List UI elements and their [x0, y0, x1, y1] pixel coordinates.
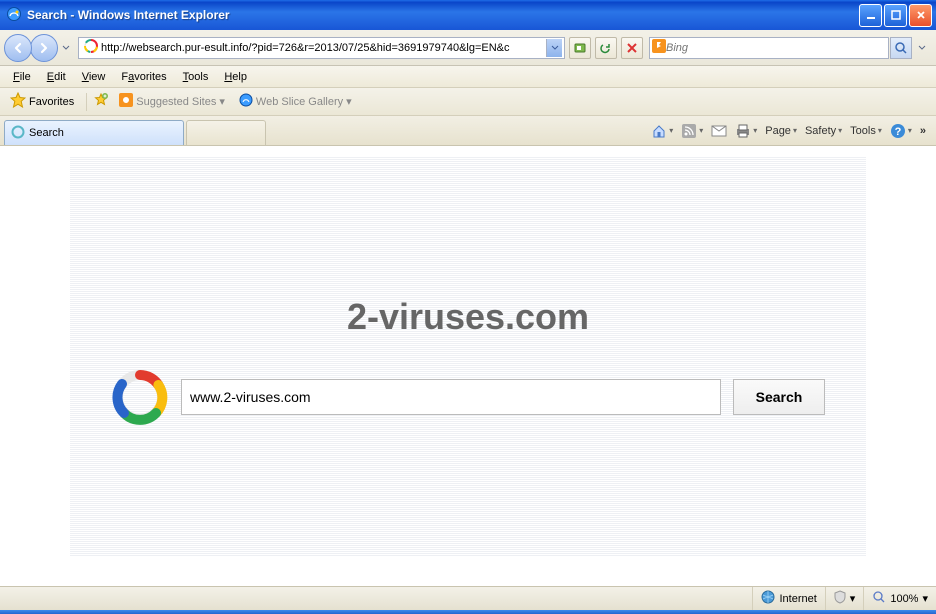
taskbar-sliver [0, 610, 936, 614]
search-logo-icon [111, 368, 169, 426]
globe-icon [761, 590, 775, 607]
command-bar: ▾ ▾ ▾ Page▾ Safety▾ Tools▾ ?▾ » [645, 116, 932, 145]
separator [86, 93, 87, 111]
forward-button[interactable] [30, 34, 58, 62]
title-bar: Search - Windows Internet Explorer [0, 0, 936, 30]
page-title: 2-viruses.com [347, 296, 589, 338]
overflow-button[interactable]: » [920, 125, 926, 137]
nav-bar [0, 30, 936, 66]
tab-label: Search [29, 127, 177, 139]
bing-icon [652, 39, 666, 56]
recent-pages-dropdown[interactable] [62, 43, 72, 53]
menu-view[interactable]: View [75, 69, 113, 85]
zone-label: Internet [779, 593, 816, 605]
search-page: 2-viruses.com Search [70, 156, 866, 556]
shield-icon [834, 590, 846, 607]
compat-view-button[interactable] [569, 37, 591, 59]
site-favicon-icon [84, 39, 98, 56]
maximize-button[interactable] [884, 4, 907, 27]
page-menu[interactable]: Page▾ [765, 125, 797, 137]
search-go-button[interactable] [890, 37, 912, 59]
ie-logo-icon [6, 6, 22, 25]
refresh-button[interactable] [595, 37, 617, 59]
page-label: Page [765, 125, 791, 137]
help-icon: ? [890, 123, 906, 139]
tools-label: Tools [850, 125, 876, 137]
mail-icon [711, 123, 727, 139]
search-input[interactable] [181, 379, 721, 415]
suggested-sites-label: Suggested Sites [136, 96, 216, 108]
menu-help[interactable]: Help [217, 69, 254, 85]
menu-tools[interactable]: Tools [176, 69, 216, 85]
safety-menu[interactable]: Safety▾ [805, 125, 842, 137]
menu-bar: File Edit View Favorites Tools Help [0, 66, 936, 88]
favorites-label: Favorites [29, 96, 74, 108]
search-row: Search [111, 368, 825, 426]
home-button[interactable]: ▾ [651, 123, 673, 139]
dropdown-arrow-icon: ▾ [850, 592, 856, 605]
zone-indicator[interactable]: Internet [752, 587, 824, 610]
menu-file[interactable]: File [6, 69, 38, 85]
protected-mode[interactable]: ▾ [825, 587, 864, 610]
minimize-button[interactable] [859, 4, 882, 27]
svg-text:?: ? [894, 126, 901, 138]
web-slice-icon [239, 93, 253, 110]
tab-active[interactable]: Search [4, 120, 184, 145]
search-options-dropdown[interactable] [918, 43, 928, 53]
stop-button[interactable] [621, 37, 643, 59]
search-box[interactable] [649, 37, 889, 59]
web-slice-label: Web Slice Gallery [256, 96, 343, 108]
printer-icon [735, 123, 751, 139]
suggested-sites-icon [119, 93, 133, 110]
window-title: Search - Windows Internet Explorer [27, 8, 859, 22]
read-mail-button[interactable] [711, 123, 727, 139]
print-button[interactable]: ▾ [735, 123, 757, 139]
rss-icon [681, 123, 697, 139]
search-provider-input[interactable] [666, 42, 886, 54]
address-dropdown[interactable] [546, 39, 562, 57]
zoom-value: 100% [890, 593, 918, 605]
content-area: 2-viruses.com Search [0, 146, 936, 586]
search-button[interactable]: Search [733, 379, 825, 415]
new-tab-button[interactable] [186, 120, 266, 145]
back-button[interactable] [4, 34, 32, 62]
home-icon [651, 123, 667, 139]
tab-favicon-icon [11, 125, 25, 142]
star-icon [10, 92, 26, 111]
tab-bar: Search ▾ ▾ ▾ Page▾ Safety▾ Tools▾ ?▾ » [0, 116, 936, 146]
help-button[interactable]: ?▾ [890, 123, 912, 139]
menu-favorites[interactable]: Favorites [114, 69, 173, 85]
suggested-sites-link[interactable]: Suggested Sites ▾ [115, 91, 229, 112]
tools-menu[interactable]: Tools▾ [850, 125, 882, 137]
dropdown-arrow-icon: ▾ [922, 592, 928, 605]
dropdown-arrow-icon: ▾ [219, 95, 225, 108]
zoom-control[interactable]: 100% ▾ [863, 587, 936, 610]
web-slice-link[interactable]: Web Slice Gallery ▾ [235, 91, 356, 112]
favorites-button[interactable]: Favorites [4, 90, 80, 113]
menu-edit[interactable]: Edit [40, 69, 73, 85]
address-input[interactable] [101, 39, 546, 57]
zoom-icon [872, 590, 886, 607]
close-button[interactable] [909, 4, 932, 27]
favorites-bar: Favorites Suggested Sites ▾ Web Slice Ga… [0, 88, 936, 116]
add-favorite-icon[interactable] [93, 92, 109, 111]
status-bar: Internet ▾ 100% ▾ [0, 586, 936, 610]
dropdown-arrow-icon: ▾ [346, 95, 352, 108]
feeds-button[interactable]: ▾ [681, 123, 703, 139]
safety-label: Safety [805, 125, 836, 137]
address-bar[interactable] [78, 37, 565, 59]
